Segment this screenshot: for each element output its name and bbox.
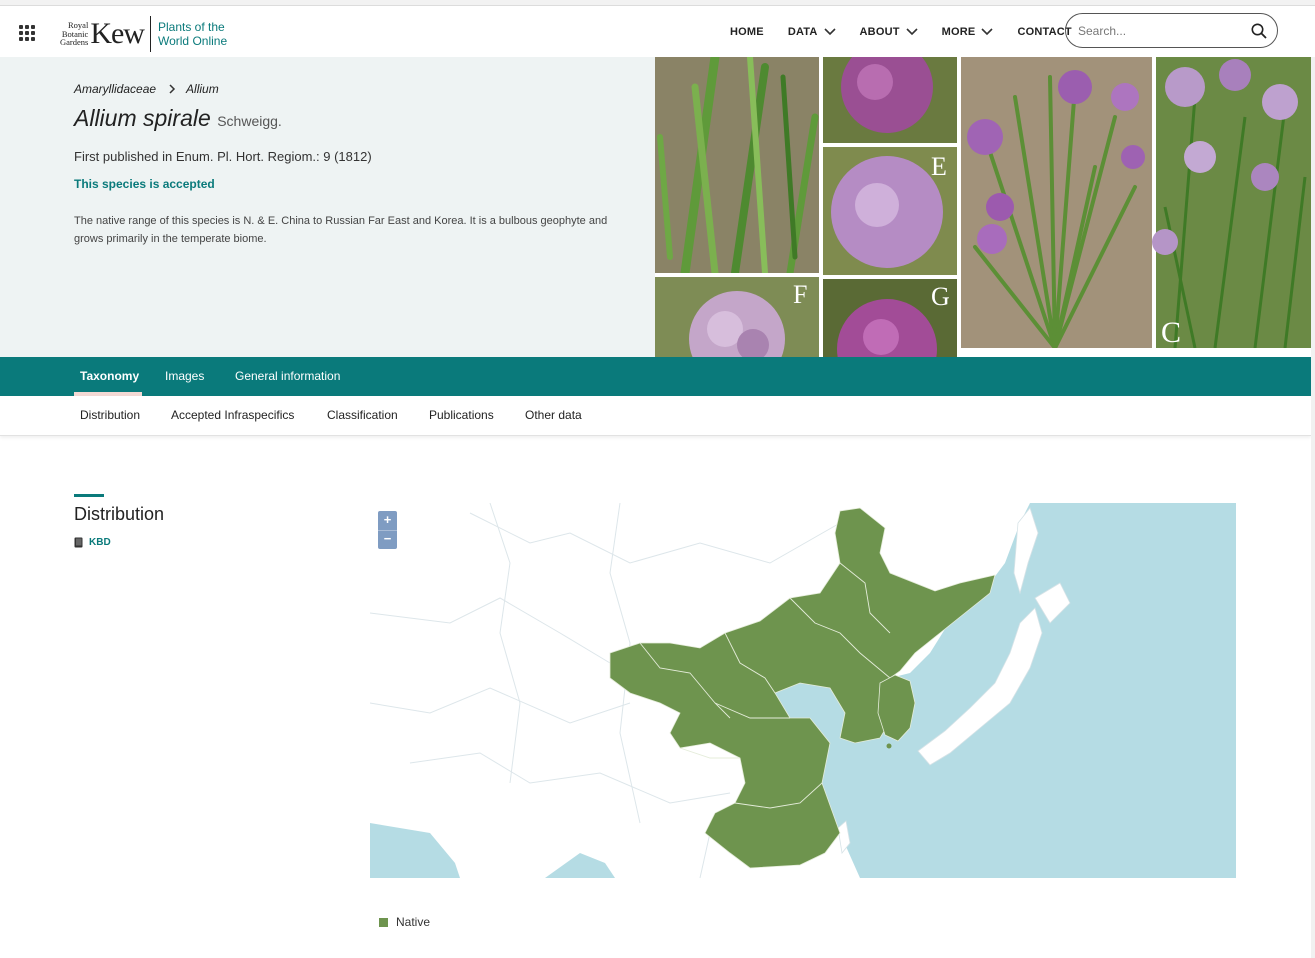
nav-contact[interactable]: CONTACT [1017, 26, 1071, 38]
nav-home[interactable]: HOME [730, 26, 764, 38]
publication-info: First published in Enum. Pl. Hort. Regio… [74, 149, 372, 164]
chevron-down-icon [823, 27, 836, 35]
nav-about[interactable]: ABOUT [860, 26, 918, 38]
apps-grid-icon[interactable] [19, 25, 35, 41]
chevron-down-icon [906, 27, 918, 35]
tab-taxonomy[interactable]: Taxonomy [80, 357, 139, 396]
logo-kew-wordmark: Kew [90, 17, 145, 50]
species-name: Allium spirale [74, 105, 211, 131]
kbd-source-link[interactable]: KBD [74, 537, 111, 548]
subnav-publications[interactable]: Publications [429, 396, 494, 435]
panel-letter-c: C [1161, 316, 1181, 349]
zoom-out-button[interactable]: − [378, 530, 397, 549]
page-scrollbar[interactable] [1311, 57, 1315, 958]
chevron-right-icon [169, 84, 176, 94]
page-title: Allium spirale Schweigg. [74, 105, 282, 132]
legend-native-label: Native [396, 915, 431, 929]
breadcrumb: Amaryllidaceae Allium [74, 82, 219, 96]
panel-letter-f: F [793, 280, 807, 309]
book-icon [74, 537, 83, 548]
species-summary: Amaryllidaceae Allium Allium spirale Sch… [0, 57, 655, 357]
kbd-link-label: KBD [89, 537, 111, 548]
breadcrumb-genus[interactable]: Allium [186, 82, 219, 96]
tab-images[interactable]: Images [165, 357, 204, 396]
section-tabs: Taxonomy Images General information [0, 357, 1311, 396]
search-input[interactable] [1076, 22, 1240, 39]
species-author: Schweigg. [217, 113, 282, 129]
zoom-in-button[interactable]: + [378, 511, 397, 530]
distribution-map-canvas [370, 503, 1236, 878]
native-range-summary: The native range of this species is N. &… [74, 215, 608, 245]
subnav-other-data[interactable]: Other data [525, 396, 582, 435]
taxonomy-subnav: Distribution Accepted Infraspecifics Cla… [0, 396, 1311, 436]
subnav-distribution[interactable]: Distribution [80, 396, 140, 435]
map-zoom-control: + − [378, 511, 397, 549]
site-logo[interactable]: Royal Botanic Gardens Kew Plants of the … [60, 16, 227, 52]
distribution-heading: Distribution [74, 504, 165, 524]
site-header: Royal Botanic Gardens Kew Plants of the … [0, 6, 1315, 57]
tab-general-information[interactable]: General information [235, 357, 340, 396]
logo-kew-small-text: Royal Botanic Gardens [60, 20, 89, 48]
breadcrumb-family[interactable]: Amaryllidaceae [74, 82, 156, 96]
logo-divider [149, 16, 151, 52]
species-image-gallery[interactable]: F E G C [655, 57, 1311, 357]
nav-data[interactable]: DATA [788, 26, 836, 38]
plant-photo-collage: F E G C [655, 57, 1311, 357]
panel-letter-e: E [931, 152, 947, 181]
status-badge: This species is accepted [74, 177, 215, 191]
main-nav: HOME DATA ABOUT MORE CONTACT [730, 6, 1096, 57]
panel-letter-g: G [931, 282, 950, 311]
chevron-down-icon [981, 27, 994, 35]
search-icon[interactable] [1251, 23, 1267, 39]
legend-native-swatch [379, 917, 388, 927]
map-legend: Native [379, 915, 430, 929]
subnav-classification[interactable]: Classification [327, 396, 398, 435]
logo-powo-text: Plants of the World Online [157, 20, 228, 48]
distribution-map[interactable] [370, 503, 1236, 878]
section-accent-bar [74, 494, 104, 497]
nav-more[interactable]: MORE [942, 26, 994, 38]
search-box [1065, 13, 1278, 48]
subnav-accepted-infraspecifics[interactable]: Accepted Infraspecifics [171, 396, 294, 435]
